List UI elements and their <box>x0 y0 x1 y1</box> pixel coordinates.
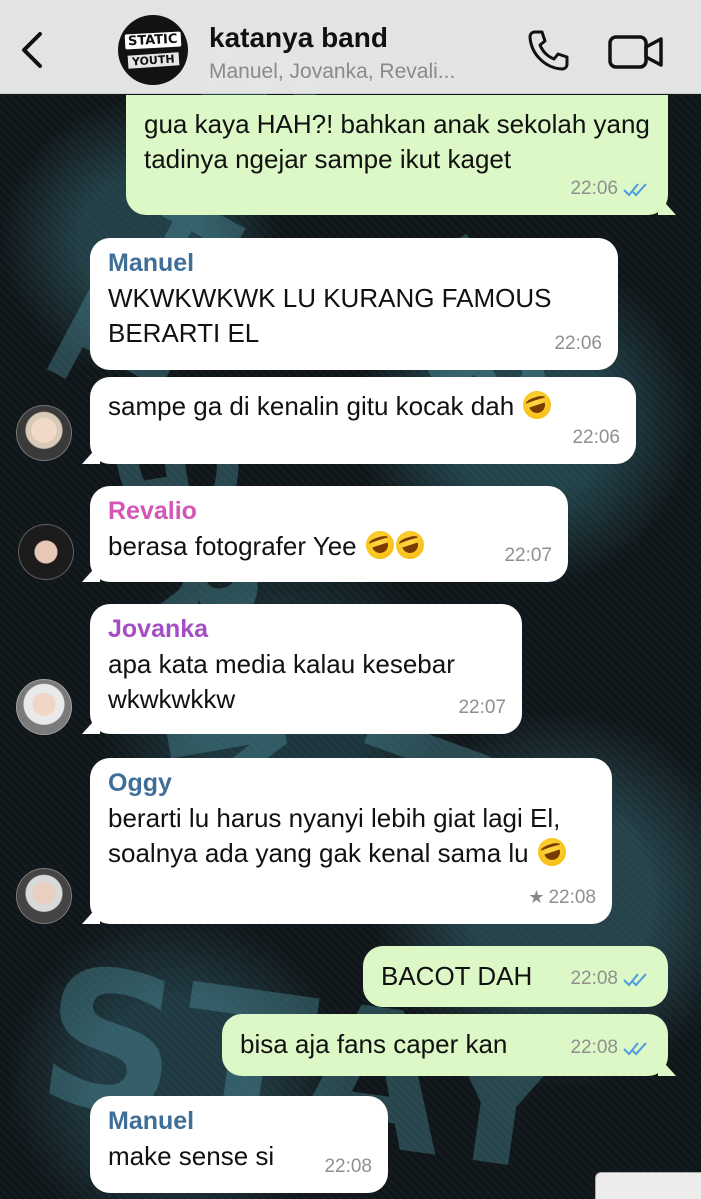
message-bubble-incoming[interactable]: Revalio berasa fotografer Yee 22:07 <box>82 486 568 582</box>
message-time: 22:08 <box>548 887 596 908</box>
message-meta: 22:08 <box>324 1149 372 1184</box>
message-bubble-outgoing[interactable]: gua kaya HAH?! bahkan anak sekolah yang … <box>126 95 676 215</box>
sender-name[interactable]: Jovanka <box>108 614 504 644</box>
message-time: 22:06 <box>572 427 620 448</box>
avatar-manuel[interactable] <box>16 405 72 461</box>
message-meta: 22:07 <box>504 538 552 573</box>
double-check-icon <box>623 972 647 986</box>
message-time: 22:08 <box>570 968 618 989</box>
message-bubble-incoming[interactable]: sampe ga di kenalin gitu kocak dah 22:06 <box>82 377 636 464</box>
avatar-oggy[interactable] <box>16 868 72 924</box>
chat-screen: THIS ER GRIN IN STAY STATIC YOUTH katany… <box>0 0 701 1199</box>
message-time: 22:07 <box>458 697 506 718</box>
message-text: berarti lu harus nyanyi lebih giat lagi … <box>108 801 594 871</box>
avatar-logo-text: STATIC <box>124 31 182 50</box>
star-icon: ★ <box>528 887 545 907</box>
message-bubble-outgoing[interactable]: BACOT DAH 22:08 <box>363 946 668 1007</box>
message-meta: 22:06 <box>572 420 620 455</box>
voice-call-button[interactable] <box>525 28 571 74</box>
message-text: gua kaya HAH?! bahkan anak sekolah yang … <box>144 109 650 174</box>
rofl-emoji-icon <box>392 527 428 563</box>
message-bubble-incoming[interactable]: Manuel make sense si 22:08 <box>90 1096 388 1193</box>
message-meta: 22:07 <box>458 690 506 725</box>
avatar-revalio[interactable] <box>18 524 74 580</box>
phone-icon <box>528 30 569 71</box>
message-bubble-outgoing[interactable]: bisa aja fans caper kan 22:08 <box>222 1014 676 1076</box>
sender-name[interactable]: Manuel <box>108 248 600 278</box>
chevron-left-icon <box>22 32 42 68</box>
double-check-icon <box>623 182 647 196</box>
message-time: 22:08 <box>570 1037 618 1058</box>
message-text: berasa fotografer Yee <box>108 527 550 564</box>
avatar-jovanka[interactable] <box>16 679 72 735</box>
message-meta: ★ 22:08 <box>528 880 596 915</box>
message-text: sampe ga di kenalin gitu kocak dah <box>108 387 618 424</box>
message-meta: 22:06 <box>554 326 602 361</box>
message-bubble-incoming[interactable]: Manuel WKWKWKWK LU KURANG FAMOUS BERARTI… <box>90 238 618 370</box>
back-button[interactable] <box>18 30 48 70</box>
message-time: 22:06 <box>554 333 602 354</box>
rofl-emoji-icon <box>362 527 398 563</box>
message-meta: 22:08 <box>570 961 652 996</box>
avatar-logo-text: YOUTH <box>127 52 179 69</box>
rofl-emoji-icon <box>534 834 570 870</box>
rofl-emoji-icon <box>519 387 556 423</box>
message-time: 22:06 <box>570 178 618 199</box>
chat-title[interactable]: katanya band <box>209 22 388 54</box>
group-avatar[interactable]: STATIC YOUTH <box>118 15 188 85</box>
message-time: 22:08 <box>324 1156 372 1177</box>
sender-name[interactable]: Manuel <box>108 1106 370 1136</box>
sender-name[interactable]: Oggy <box>108 768 594 798</box>
message-bubble-incoming[interactable]: Jovanka apa kata media kalau kesebar wkw… <box>82 604 522 734</box>
message-meta: 22:08 <box>570 1030 652 1065</box>
video-camera-icon <box>608 35 663 69</box>
double-check-icon <box>623 1041 647 1055</box>
message-text: WKWKWKWK LU KURANG FAMOUS BERARTI EL <box>108 283 552 348</box>
chat-members[interactable]: Manuel, Jovanka, Revali... <box>209 60 455 84</box>
message-bubble-incoming[interactable]: Oggy berarti lu harus nyanyi lebih giat … <box>82 758 612 924</box>
message-text: apa kata media kalau kesebar wkwkwkkw <box>108 649 455 714</box>
sender-name[interactable]: Revalio <box>108 496 550 526</box>
video-call-button[interactable] <box>607 32 665 72</box>
scroll-to-bottom-tab[interactable] <box>595 1172 701 1199</box>
message-time: 22:07 <box>504 545 552 566</box>
message-meta: 22:06 <box>570 171 652 206</box>
chat-header: STATIC YOUTH katanya band Manuel, Jovank… <box>0 0 701 94</box>
